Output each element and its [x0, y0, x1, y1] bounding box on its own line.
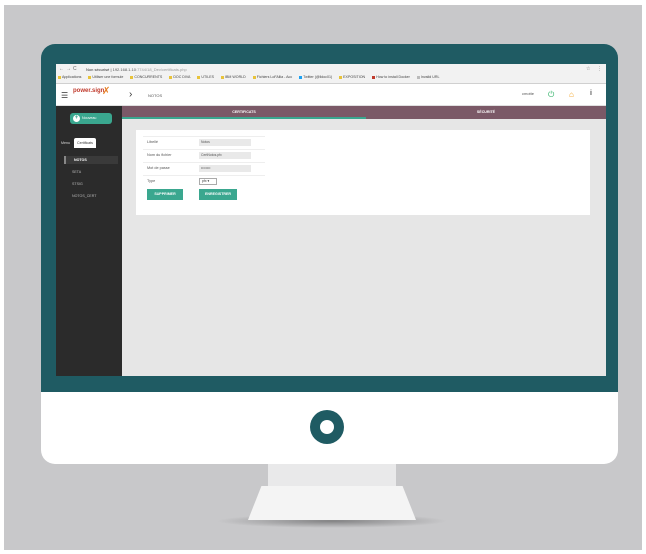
info-icon[interactable]: i	[590, 90, 592, 97]
new-button[interactable]: + Nouveau	[70, 113, 112, 124]
field-label: Libellé	[147, 140, 158, 144]
folder-icon	[130, 75, 134, 79]
home-icon[interactable]: ⌂	[569, 90, 574, 99]
folder-icon	[339, 75, 343, 79]
tab-certificats[interactable]: CERTIFICATS	[122, 106, 366, 119]
bookmark[interactable]: Applications	[58, 75, 81, 79]
form-row-libelle: Libellé Notos	[143, 136, 265, 148]
delete-button[interactable]: SUPPRIMER	[147, 189, 183, 200]
field-label: Type	[147, 179, 156, 183]
sidebar-item-notos-cert[interactable]: NOTOS_CERT	[64, 192, 118, 200]
star-icon[interactable]: ☆	[586, 66, 590, 72]
bookmark[interactable]: EXPOSITION	[339, 75, 365, 79]
address-row: ← → C Non sécurisé | 192.168.1.10:7744/1…	[56, 65, 606, 74]
bookmark[interactable]: How to install Docker	[372, 75, 410, 79]
save-button[interactable]: ENREGISTRER	[199, 189, 237, 200]
type-select[interactable]: pfx ▾	[199, 178, 217, 185]
browser-menu-icon[interactable]: ⋮	[597, 66, 602, 72]
bookmark[interactable]: UTILES	[197, 75, 214, 79]
app-logo: power.sign	[73, 88, 105, 94]
back-icon[interactable]: ←	[59, 66, 64, 72]
page-icon	[416, 75, 420, 79]
user-name: cmotte	[522, 91, 535, 96]
twitter-icon	[299, 75, 303, 79]
security-label: Non sécurisé	[86, 67, 110, 72]
field-label: Nom du fichier	[147, 153, 172, 157]
monitor-logo-dot	[320, 420, 334, 434]
bookmark[interactable]: DOC DIVA	[169, 75, 190, 79]
reload-icon[interactable]: C	[73, 66, 77, 72]
bookmark-icon	[58, 75, 61, 79]
field-label: Mot de passe	[147, 166, 170, 170]
bookmark[interactable]: Fichiers LoFAllia - Acc	[252, 75, 292, 79]
bookmark-icon	[88, 75, 92, 79]
form-row-type: Type pfx ▾	[143, 175, 265, 187]
sidebar-tab-menu[interactable]: Menu	[58, 138, 73, 148]
monitor-stand	[248, 486, 416, 520]
bookmark[interactable]: IBM WORLD	[221, 75, 246, 79]
logo-mark-icon: ✗	[102, 86, 111, 97]
form-row-password: Mot de passe ••••••••	[143, 162, 265, 174]
forward-icon[interactable]: →	[66, 66, 71, 72]
tab-securite[interactable]: SÉCURITÉ	[366, 106, 606, 119]
sidebar-item-seta[interactable]: SETA	[64, 168, 118, 176]
bookmark[interactable]: Twitter (@lldoc01)	[299, 75, 332, 79]
power-icon[interactable]: ⏻	[548, 90, 554, 100]
sidebar: + Nouveau Menu Certificats NOTOS SETA ST…	[56, 106, 122, 376]
browser-chrome: ← → C Non sécurisé | 192.168.1.10:7744/1…	[56, 64, 606, 84]
main-tabs: CERTIFICATS SÉCURITÉ	[122, 106, 606, 119]
bookmarks-bar: Applications Utiliser une formule CONCUR…	[58, 75, 604, 83]
bookmark[interactable]: CONCURRENTS	[130, 75, 162, 79]
folder-icon	[197, 75, 201, 79]
chevron-right-icon[interactable]: ›	[129, 89, 132, 100]
url-path: :7744/18_Dev/certificats.php	[135, 67, 187, 72]
folder-icon	[221, 75, 225, 79]
plus-icon: +	[73, 115, 80, 122]
new-button-label: Nouveau	[82, 116, 97, 120]
url-host: 192.168.1.10	[112, 67, 136, 72]
sidebar-tab-certificats[interactable]: Certificats	[74, 138, 96, 148]
bookmark-icon	[252, 75, 256, 79]
folder-icon	[169, 75, 173, 79]
certificate-form: Libellé Notos Nom du fichier CertNotos.p…	[136, 130, 590, 215]
monitor-neck	[268, 464, 396, 488]
form-row-filename: Nom du fichier CertNotos.pfx	[143, 149, 265, 161]
sidebar-item-stsig[interactable]: STSIG	[64, 180, 118, 188]
filename-input[interactable]: CertNotos.pfx	[199, 152, 251, 159]
bookmark[interactable]: Invalid URL	[416, 75, 439, 79]
password-input[interactable]: ••••••••	[199, 165, 251, 172]
libelle-input[interactable]: Notos	[199, 139, 251, 146]
sidebar-item-notos[interactable]: NOTOS	[64, 156, 118, 164]
bookmark[interactable]: Utiliser une formule	[88, 75, 123, 79]
screen: ← → C Non sécurisé | 192.168.1.10:7744/1…	[56, 64, 606, 376]
bookmark-icon	[372, 75, 376, 79]
app-header: ☰ power.sign ✗ › NOTOS cmotte ⏻ ⌂ i	[56, 84, 606, 106]
address-bar[interactable]: Non sécurisé | 192.168.1.10:7744/18_Dev/…	[86, 67, 187, 72]
breadcrumb: NOTOS	[148, 93, 163, 98]
hamburger-menu-icon[interactable]: ☰	[61, 91, 68, 100]
